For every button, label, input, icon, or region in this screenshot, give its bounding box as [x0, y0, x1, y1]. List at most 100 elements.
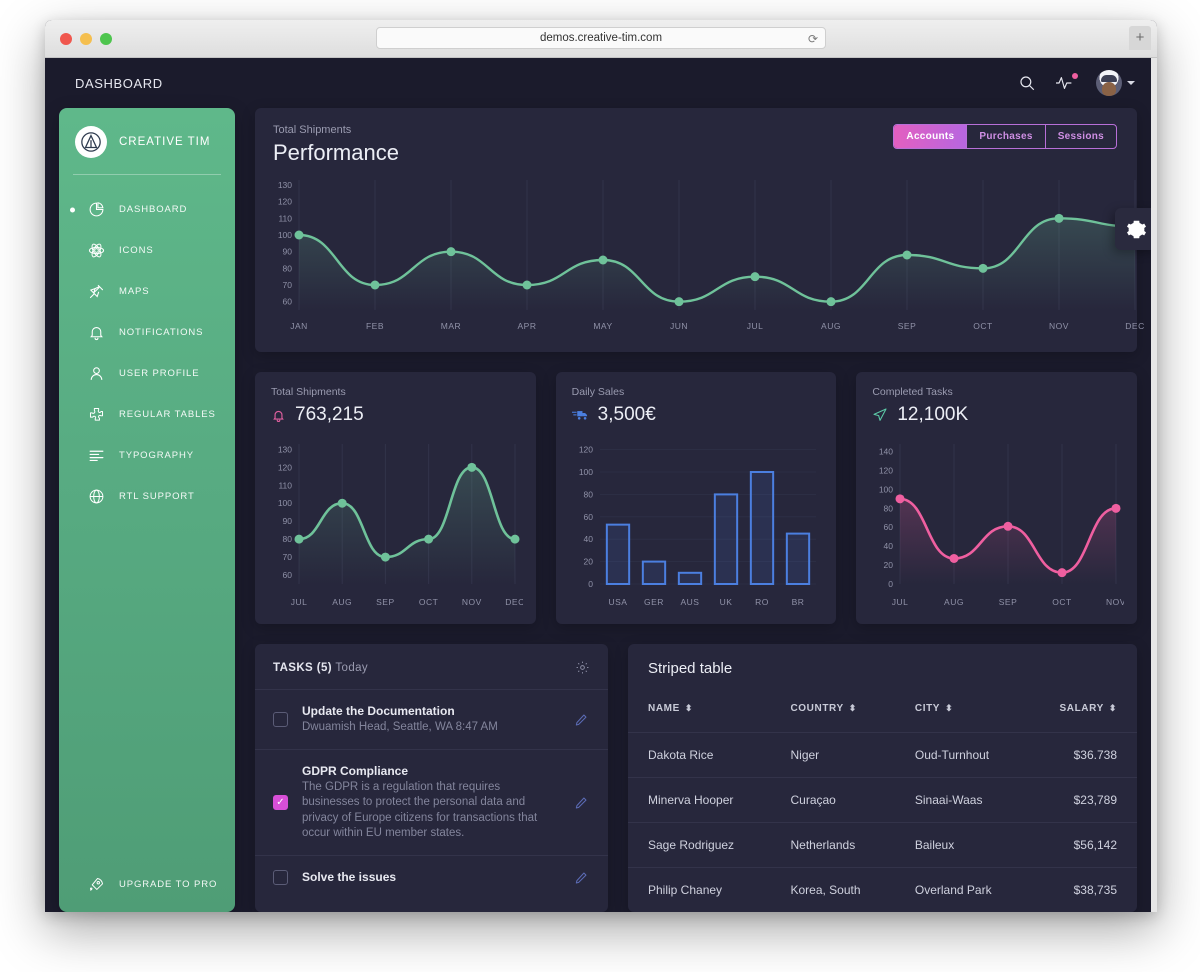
stat-label: Daily Sales: [571, 386, 625, 398]
svg-text:FEB: FEB: [366, 321, 384, 331]
reload-icon[interactable]: ⟳: [808, 31, 818, 47]
user-icon: [87, 364, 106, 383]
sidebar-item-rtl-support[interactable]: RTL SUPPORT: [59, 476, 235, 517]
svg-text:70: 70: [283, 552, 293, 562]
sidebar-item-label: DASHBOARD: [119, 204, 188, 215]
sidebar-item-dashboard[interactable]: DASHBOARD: [59, 189, 235, 230]
table-title: Striped table: [648, 660, 733, 677]
performance-card: Total Shipments Performance Accounts Pur…: [255, 108, 1144, 352]
puzzle-icon: [87, 405, 106, 424]
address-bar[interactable]: demos.creative-tim.com ⟳: [376, 27, 826, 49]
rocket-icon: [87, 875, 106, 894]
sidebar-item-icons[interactable]: ICONS: [59, 230, 235, 271]
sort-updown-icon[interactable]: ⬍: [849, 704, 857, 713]
task-row[interactable]: Update the Documentation Dwuamish Head, …: [255, 690, 608, 751]
svg-text:RO: RO: [755, 597, 769, 607]
toggle-sessions[interactable]: Sessions: [1046, 125, 1116, 148]
svg-text:100: 100: [879, 484, 893, 494]
svg-text:20: 20: [884, 560, 894, 570]
performance-card-header: Total Shipments Performance Accounts Pur…: [255, 108, 1137, 166]
svg-text:OCT: OCT: [973, 321, 992, 331]
cell-salary: $36.738: [1026, 732, 1137, 778]
performance-titles: Total Shipments Performance: [273, 124, 399, 166]
sort-updown-icon[interactable]: ⬍: [1109, 704, 1117, 713]
column-header-country[interactable]: COUNTRY ⬍: [770, 695, 894, 733]
gear-icon[interactable]: [575, 660, 590, 675]
url-text: demos.creative-tim.com: [539, 32, 663, 44]
performance-chart: JAN FEB MAR APR MAY JUN JUL AUG SEP OCT NOV DEC 60 70…: [255, 166, 1144, 340]
pencil-icon[interactable]: [574, 713, 590, 727]
svg-text:AUG: AUG: [332, 597, 352, 607]
task-checkbox[interactable]: [273, 870, 288, 886]
sort-updown-icon[interactable]: ⬍: [685, 704, 693, 713]
svg-text:OCT: OCT: [1053, 597, 1072, 607]
browser-titlebar: demos.creative-tim.com ⟳ +: [45, 20, 1157, 58]
chevron-down-icon: [1127, 81, 1135, 85]
sidebar-item-typography[interactable]: TYPOGRAPHY: [59, 435, 235, 476]
performance-subtitle: Total Shipments: [273, 124, 352, 136]
cell-city: Sinaai-Waas: [894, 777, 1027, 823]
avatar: [1096, 70, 1122, 96]
cell-name: Sage Rodriguez: [628, 822, 771, 868]
sidebar-item-upgrade-to-pro[interactable]: UPGRADE TO PRO: [59, 875, 235, 912]
brand-name: CREATIVE TIM: [119, 136, 211, 148]
new-tab-button[interactable]: +: [1129, 26, 1151, 50]
svg-text:60: 60: [283, 297, 293, 307]
column-header-city[interactable]: CITY ⬍: [895, 695, 1027, 733]
column-header-salary[interactable]: SALARY ⬍: [1027, 695, 1137, 733]
svg-text:AUG: AUG: [821, 321, 841, 331]
sidebar-item-maps[interactable]: MAPS: [59, 271, 235, 312]
tasks-title: TASKS (5) Today: [273, 662, 368, 674]
svg-text:120: 120: [278, 197, 292, 207]
search-icon[interactable]: [1018, 74, 1036, 92]
cell-city: Overland Park: [894, 867, 1027, 912]
task-content: Solve the issues: [302, 870, 560, 886]
task-row[interactable]: Solve the issues: [255, 856, 608, 900]
column-header-name[interactable]: NAME ⬍: [628, 695, 770, 733]
navbar-actions: [1018, 70, 1135, 96]
performance-toggle-group[interactable]: Accounts Purchases Sessions: [893, 124, 1117, 149]
column-label: CITY: [914, 703, 941, 714]
window-traffic-lights[interactable]: [60, 32, 112, 45]
sidebar-item-notifications[interactable]: NOTIFICATIONS: [59, 312, 235, 353]
send-icon: [872, 407, 888, 423]
page-title: DASHBOARD: [75, 75, 163, 91]
task-checkbox[interactable]: [273, 712, 288, 728]
sidebar-item-label: NOTIFICATIONS: [119, 327, 204, 338]
toggle-purchases[interactable]: Purchases: [967, 125, 1046, 148]
table-row[interactable]: Philip Chaney Korea, South Overland Park…: [628, 867, 1137, 912]
table-row[interactable]: Dakota Rice Niger Oud-Turnhout $36.738: [628, 732, 1137, 778]
svg-text:MAR: MAR: [441, 321, 461, 331]
svg-text:SEP: SEP: [898, 321, 917, 331]
activity-pulse-icon[interactable]: [1056, 73, 1078, 92]
stat-value-row: 763,215: [271, 404, 520, 426]
task-name: GDPR Compliance: [302, 764, 409, 779]
table-head: NAME ⬍ COUNTRY ⬍ CITY ⬍ SALARY ⬍: [628, 695, 1137, 733]
close-window-button[interactable]: [60, 32, 72, 45]
minimize-window-button[interactable]: [80, 32, 92, 45]
svg-text:100: 100: [278, 498, 292, 508]
user-menu[interactable]: [1096, 70, 1135, 96]
task-checkbox[interactable]: [273, 795, 288, 811]
table-row[interactable]: Sage Rodriguez Netherlands Baileux $56,1…: [628, 822, 1137, 868]
notification-badge: [1072, 73, 1078, 79]
brand[interactable]: CREATIVE TIM: [59, 126, 235, 174]
total-shipments-chart-svg: JUL AUG SEP OCT NOV DEC 60 70 80 90 100 110 120 130: [278, 444, 523, 607]
task-row[interactable]: GDPR Compliance The GDPR is a regulation…: [255, 750, 608, 856]
svg-text:NOV: NOV: [1106, 597, 1124, 607]
toggle-accounts[interactable]: Accounts: [894, 125, 968, 148]
sort-updown-icon[interactable]: ⬍: [945, 704, 953, 713]
page-scrollbar[interactable]: [1151, 58, 1157, 912]
svg-text:UK: UK: [719, 597, 732, 607]
table-header-row: NAME ⬍ COUNTRY ⬍ CITY ⬍ SALARY ⬍: [628, 695, 1137, 733]
pie-chart-icon: [87, 200, 106, 219]
svg-text:110: 110: [278, 213, 292, 223]
sidebar-item-regular-tables[interactable]: REGULAR TABLES: [59, 394, 235, 435]
pencil-icon[interactable]: [574, 796, 590, 810]
sidebar-item-user-profile[interactable]: USER PROFILE: [59, 353, 235, 394]
table-row[interactable]: Minerva Hooper Curaçao Sinaai-Waas $23,7…: [628, 777, 1137, 823]
bell-icon: [87, 323, 106, 342]
pencil-icon[interactable]: [574, 871, 590, 885]
maximize-window-button[interactable]: [100, 32, 112, 45]
completed-tasks-chart-svg: JUL AUG SEP OCT NOV 0 20 40 60 80 100 120 140: [879, 444, 1124, 607]
